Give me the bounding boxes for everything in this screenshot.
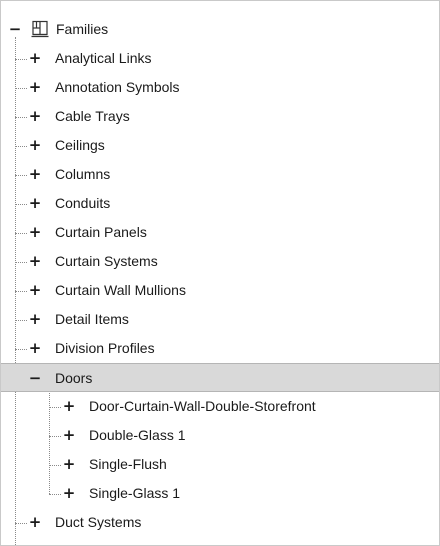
tree-node-label: Curtain Panels (55, 224, 147, 240)
tree-node-label: Door-Curtain-Wall-Double-Storefront (89, 398, 316, 414)
tree-node-curtain-wall-mullions[interactable]: + Curtain Wall Mullions (1, 276, 439, 305)
tree-node-label: Ceilings (55, 137, 105, 153)
tree-node-doors[interactable]: − Doors (1, 363, 439, 392)
expand-icon[interactable]: + (28, 166, 42, 182)
tree-node-cable-trays[interactable]: + Cable Trays (1, 102, 439, 131)
project-browser-tree: − Families + Analytical Links + Annotation … (0, 0, 440, 546)
tree-node-curtain-panels[interactable]: + Curtain Panels (1, 218, 439, 247)
families-icon (31, 20, 49, 38)
tree-node-columns[interactable]: + Columns (1, 160, 439, 189)
expand-icon[interactable]: + (28, 282, 42, 298)
tree-node-single-glass-1[interactable]: + Single-Glass 1 (1, 479, 439, 508)
tree-node-label: Conduits (55, 195, 111, 211)
tree-node-label: Analytical Links (55, 50, 152, 66)
expand-icon[interactable]: + (28, 108, 42, 124)
tree-node-families[interactable]: − Families (1, 15, 439, 44)
expand-icon[interactable]: + (28, 224, 42, 240)
tree-node-duct-systems[interactable]: + Duct Systems (1, 508, 439, 537)
tree-node-label: Cable Trays (55, 108, 130, 124)
collapse-icon[interactable]: − (8, 21, 22, 37)
tree-node-single-flush[interactable]: + Single-Flush (1, 450, 439, 479)
tree-node-curtain-systems[interactable]: + Curtain Systems (1, 247, 439, 276)
expand-icon[interactable]: + (28, 253, 42, 269)
tree-node-door-curtain-wall-double-storefront[interactable]: + Door-Curtain-Wall-Double-Storefront (1, 392, 439, 421)
tree-node-ceilings[interactable]: + Ceilings (1, 131, 439, 160)
tree-node-label: Single-Flush (89, 456, 167, 472)
tree-node-label: Columns (55, 166, 111, 182)
tree-node-label: Detail Items (55, 311, 129, 327)
tree-node-label: Curtain Systems (55, 253, 158, 269)
expand-icon[interactable]: + (28, 514, 42, 530)
tree-node-detail-items[interactable]: + Detail Items (1, 305, 439, 334)
expand-icon[interactable]: + (62, 427, 76, 443)
tree-node-label: Curtain Wall Mullions (55, 282, 186, 298)
expand-icon[interactable]: + (28, 79, 42, 95)
tree-node-conduits[interactable]: + Conduits (1, 189, 439, 218)
tree-node-label: Duct Systems (55, 514, 142, 530)
tree-node-label: Double-Glass 1 (89, 427, 186, 443)
tree-node-label: Families (56, 21, 109, 37)
expand-icon[interactable]: + (28, 137, 42, 153)
expand-icon[interactable]: + (28, 195, 42, 211)
tree-node-annotation-symbols[interactable]: + Annotation Symbols (1, 73, 439, 102)
expand-icon[interactable]: + (28, 311, 42, 327)
expand-icon[interactable]: + (28, 50, 42, 66)
expand-icon[interactable]: + (62, 398, 76, 414)
tree-node-label: Division Profiles (55, 340, 155, 356)
tree-node-double-glass-1[interactable]: + Double-Glass 1 (1, 421, 439, 450)
collapse-icon[interactable]: − (28, 370, 42, 386)
expand-icon[interactable]: + (28, 340, 42, 356)
expand-icon[interactable]: + (62, 485, 76, 501)
tree-node-label: Annotation Symbols (55, 79, 180, 95)
tree-node-label: Single-Glass 1 (89, 485, 181, 501)
tree-node-analytical-links[interactable]: + Analytical Links (1, 44, 439, 73)
tree-node-label: Doors (55, 370, 93, 386)
tree-node-division-profiles[interactable]: + Division Profiles (1, 334, 439, 363)
expand-icon[interactable]: + (62, 456, 76, 472)
